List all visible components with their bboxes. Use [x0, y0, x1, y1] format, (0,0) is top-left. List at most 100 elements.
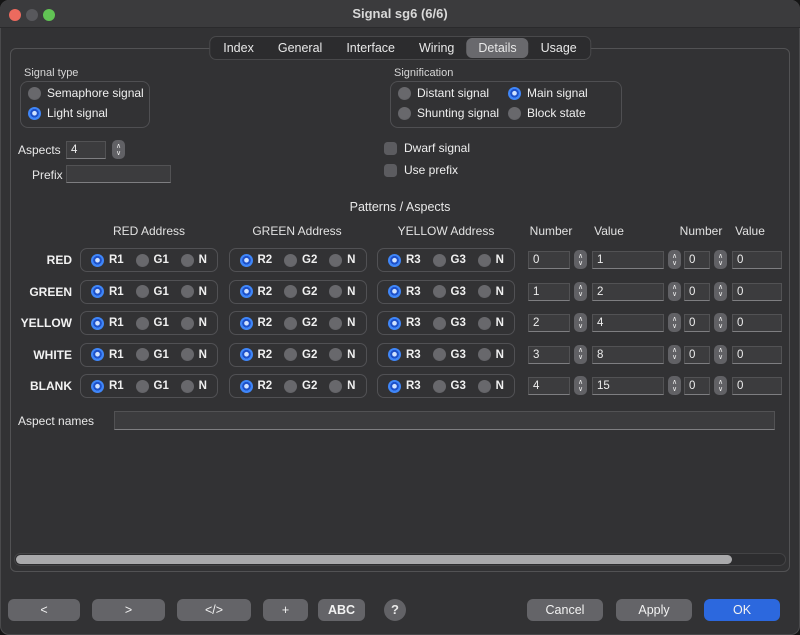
tab-interface[interactable]: Interface: [334, 38, 407, 58]
radio-option-r3[interactable]: R3: [388, 285, 421, 298]
number1-field[interactable]: 0: [528, 251, 570, 269]
code-button[interactable]: </>: [177, 599, 251, 621]
radio-option-r2[interactable]: R2: [240, 380, 273, 393]
radio-option-r1[interactable]: R1: [91, 348, 124, 361]
radio-option-n[interactable]: N: [181, 348, 207, 361]
radio-option-g2[interactable]: G2: [284, 380, 317, 393]
number1-field[interactable]: 3: [528, 346, 570, 364]
radio-option-r2[interactable]: R2: [240, 285, 273, 298]
value1-field[interactable]: 8: [592, 346, 664, 364]
tab-usage[interactable]: Usage: [529, 38, 589, 58]
radio-option-n[interactable]: N: [478, 285, 504, 298]
radio-option-n[interactable]: N: [181, 317, 207, 330]
value1-field[interactable]: 4: [592, 314, 664, 332]
stepper[interactable]: ∧∨: [574, 250, 587, 269]
stepper[interactable]: ∧∨: [668, 282, 681, 301]
radio-option-n[interactable]: N: [181, 254, 207, 267]
stepper[interactable]: ∧∨: [574, 282, 587, 301]
radio-option-r1[interactable]: R1: [91, 285, 124, 298]
radio-semaphore-signal[interactable]: Semaphore signal: [28, 86, 144, 100]
radio-option-g1[interactable]: G1: [136, 380, 169, 393]
radio-option-n[interactable]: N: [478, 380, 504, 393]
radio-option-r3[interactable]: R3: [388, 380, 421, 393]
radio-option-r2[interactable]: R2: [240, 317, 273, 330]
radio-shunting-signal[interactable]: Shunting signal: [398, 106, 499, 120]
tab-general[interactable]: General: [266, 38, 334, 58]
number1-field[interactable]: 2: [528, 314, 570, 332]
radio-option-n[interactable]: N: [181, 380, 207, 393]
aspects-stepper[interactable]: ∧ ∨: [112, 140, 125, 159]
scrollbar-thumb[interactable]: [16, 555, 732, 564]
next-button[interactable]: >: [92, 599, 165, 621]
prev-button[interactable]: <: [8, 599, 80, 621]
radio-option-n[interactable]: N: [478, 254, 504, 267]
radio-option-r1[interactable]: R1: [91, 317, 124, 330]
radio-option-r3[interactable]: R3: [388, 317, 421, 330]
radio-option-g3[interactable]: G3: [433, 348, 466, 361]
number1-field[interactable]: 4: [528, 377, 570, 395]
horizontal-scrollbar[interactable]: [14, 553, 786, 566]
radio-option-n[interactable]: N: [478, 317, 504, 330]
number2-field[interactable]: 0: [684, 251, 710, 269]
stepper[interactable]: ∧∨: [668, 345, 681, 364]
radio-option-n[interactable]: N: [329, 380, 355, 393]
stepper[interactable]: ∧∨: [714, 282, 727, 301]
value2-field[interactable]: 0: [732, 314, 782, 332]
stepper[interactable]: ∧∨: [668, 376, 681, 395]
radio-option-n[interactable]: N: [329, 254, 355, 267]
radio-option-r1[interactable]: R1: [91, 380, 124, 393]
stepper[interactable]: ∧∨: [714, 345, 727, 364]
radio-option-g3[interactable]: G3: [433, 285, 466, 298]
value2-field[interactable]: 0: [732, 251, 782, 269]
stepper[interactable]: ∧∨: [714, 313, 727, 332]
radio-option-r3[interactable]: R3: [388, 348, 421, 361]
aspect-names-field[interactable]: [114, 411, 775, 430]
radio-option-g1[interactable]: G1: [136, 285, 169, 298]
add-button[interactable]: +: [263, 599, 308, 621]
stepper[interactable]: ∧∨: [668, 313, 681, 332]
radio-option-g2[interactable]: G2: [284, 254, 317, 267]
radio-distant-signal[interactable]: Distant signal: [398, 86, 489, 100]
radio-main-signal[interactable]: Main signal: [508, 86, 588, 100]
tab-details[interactable]: Details: [466, 38, 528, 58]
aspects-field[interactable]: 4: [66, 141, 106, 159]
apply-button[interactable]: Apply: [616, 599, 692, 621]
stepper[interactable]: ∧∨: [668, 250, 681, 269]
value2-field[interactable]: 0: [732, 346, 782, 364]
radio-option-g1[interactable]: G1: [136, 254, 169, 267]
radio-option-n[interactable]: N: [329, 285, 355, 298]
number2-field[interactable]: 0: [684, 283, 710, 301]
radio-option-g3[interactable]: G3: [433, 380, 466, 393]
checkbox-dwarf-signal[interactable]: Dwarf signal: [384, 141, 470, 155]
stepper[interactable]: ∧∨: [574, 313, 587, 332]
value2-field[interactable]: 0: [732, 377, 782, 395]
value2-field[interactable]: 0: [732, 283, 782, 301]
value1-field[interactable]: 2: [592, 283, 664, 301]
number1-field[interactable]: 1: [528, 283, 570, 301]
help-button[interactable]: ?: [384, 599, 406, 621]
radio-option-g3[interactable]: G3: [433, 254, 466, 267]
radio-option-g2[interactable]: G2: [284, 317, 317, 330]
radio-block-state[interactable]: Block state: [508, 106, 586, 120]
radio-option-r2[interactable]: R2: [240, 348, 273, 361]
prefix-field[interactable]: [66, 165, 171, 183]
cancel-button[interactable]: Cancel: [527, 599, 603, 621]
stepper[interactable]: ∧∨: [574, 376, 587, 395]
stepper[interactable]: ∧∨: [714, 250, 727, 269]
radio-option-g1[interactable]: G1: [136, 348, 169, 361]
abc-button[interactable]: ABC: [318, 599, 365, 621]
checkbox-use-prefix[interactable]: Use prefix: [384, 163, 458, 177]
radio-option-g1[interactable]: G1: [136, 317, 169, 330]
value1-field[interactable]: 1: [592, 251, 664, 269]
stepper[interactable]: ∧∨: [714, 376, 727, 395]
radio-option-r1[interactable]: R1: [91, 254, 124, 267]
radio-option-n[interactable]: N: [181, 285, 207, 298]
radio-light-signal[interactable]: Light signal: [28, 106, 108, 120]
number2-field[interactable]: 0: [684, 377, 710, 395]
radio-option-r2[interactable]: R2: [240, 254, 273, 267]
value1-field[interactable]: 15: [592, 377, 664, 395]
stepper[interactable]: ∧∨: [574, 345, 587, 364]
tab-wiring[interactable]: Wiring: [407, 38, 466, 58]
tab-index[interactable]: Index: [211, 38, 266, 58]
ok-button[interactable]: OK: [704, 599, 780, 621]
